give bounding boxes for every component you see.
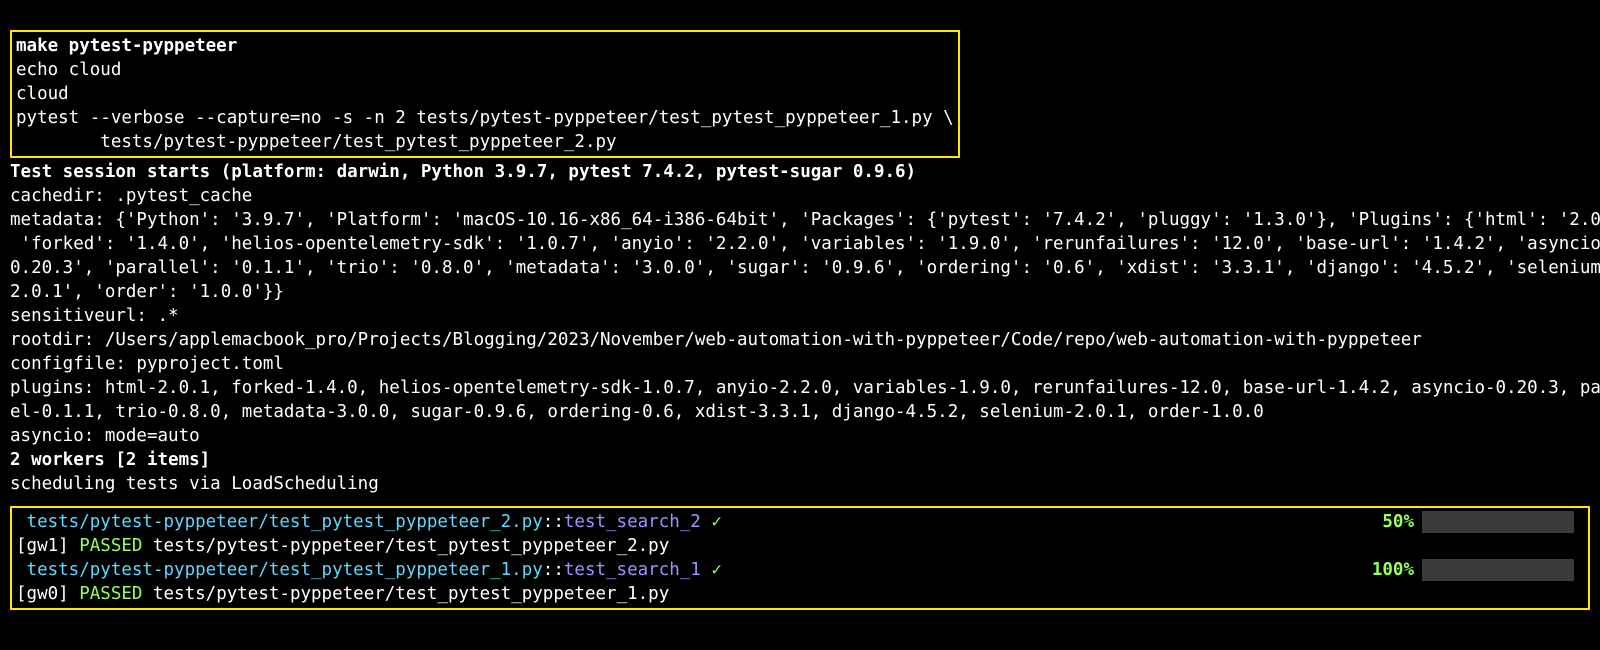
configfile-line: configfile: pyproject.toml <box>10 354 284 374</box>
test-result-row-2: tests/pytest-pyppeteer/test_pytest_pyppe… <box>16 510 1584 534</box>
metadata-line4: 2.0.1', 'order': '1.0.0'}} <box>10 282 284 302</box>
cachedir-line: cachedir: .pytest_cache <box>10 186 252 206</box>
test1-percent: 100% <box>1366 558 1414 582</box>
rootdir-line: rootdir: /Users/applemacbook_pro/Project… <box>10 330 1422 350</box>
test2-name: test_search_2 <box>564 512 712 532</box>
gw1-passed-line: [gw1] PASSED tests/pytest-pyppeteer/test… <box>16 534 1584 558</box>
terminal: make pytest-pyppeteer echo cloud cloud p… <box>0 0 1600 650</box>
check-icon: ✓ <box>711 560 722 580</box>
sensitiveurl-line: sensitiveurl: .* <box>10 306 179 326</box>
session-starts: Test session starts (platform: darwin, P… <box>10 162 916 182</box>
check-icon: ✓ <box>711 512 722 532</box>
pytest-command-line2: tests/pytest-pyppeteer/test_pytest_pyppe… <box>16 132 617 152</box>
metadata-line1: metadata: {'Python': '3.9.7', 'Platform'… <box>10 210 1600 230</box>
command-highlight-box: make pytest-pyppeteer echo cloud cloud p… <box>10 30 960 158</box>
metadata-line2: 'forked': '1.4.0', 'helios-opentelemetry… <box>10 234 1600 254</box>
gw1-file: tests/pytest-pyppeteer/test_pytest_pyppe… <box>153 536 669 556</box>
test1-name: test_search_1 <box>564 560 712 580</box>
gw1-prefix: [gw1] <box>16 536 79 556</box>
asyncio-line: asyncio: mode=auto <box>10 426 200 446</box>
gw0-prefix: [gw0] <box>16 584 79 604</box>
echo-command: echo cloud <box>16 60 121 80</box>
plugins-line1: plugins: html-2.0.1, forked-1.4.0, helio… <box>10 378 1600 398</box>
gw0-file: tests/pytest-pyppeteer/test_pytest_pyppe… <box>153 584 669 604</box>
test1-path: tests/pytest-pyppeteer/test_pytest_pyppe… <box>16 560 543 580</box>
gw0-passed: PASSED <box>79 584 153 604</box>
test2-sep: :: <box>543 512 564 532</box>
plugins-line2: el-0.1.1, trio-0.8.0, metadata-3.0.0, su… <box>10 402 1264 422</box>
results-highlight-box: tests/pytest-pyppeteer/test_pytest_pyppe… <box>10 506 1590 610</box>
test-result-row-1: tests/pytest-pyppeteer/test_pytest_pyppe… <box>16 558 1584 582</box>
pytest-command-line1: pytest --verbose --capture=no -s -n 2 te… <box>16 108 954 128</box>
gw1-passed: PASSED <box>79 536 153 556</box>
progress-bar-50 <box>1422 511 1574 533</box>
progress-bar-100 <box>1422 559 1574 581</box>
test1-sep: :: <box>543 560 564 580</box>
gw0-passed-line: [gw0] PASSED tests/pytest-pyppeteer/test… <box>16 582 1584 606</box>
echo-output: cloud <box>16 84 69 104</box>
make-command: make pytest-pyppeteer <box>16 36 237 56</box>
test2-path: tests/pytest-pyppeteer/test_pytest_pyppe… <box>16 512 543 532</box>
scheduling-line: scheduling tests via LoadScheduling <box>10 474 379 494</box>
test2-percent: 50% <box>1366 510 1414 534</box>
metadata-line3: 0.20.3', 'parallel': '0.1.1', 'trio': '0… <box>10 258 1600 278</box>
workers-line: 2 workers [2 items] <box>10 450 210 470</box>
